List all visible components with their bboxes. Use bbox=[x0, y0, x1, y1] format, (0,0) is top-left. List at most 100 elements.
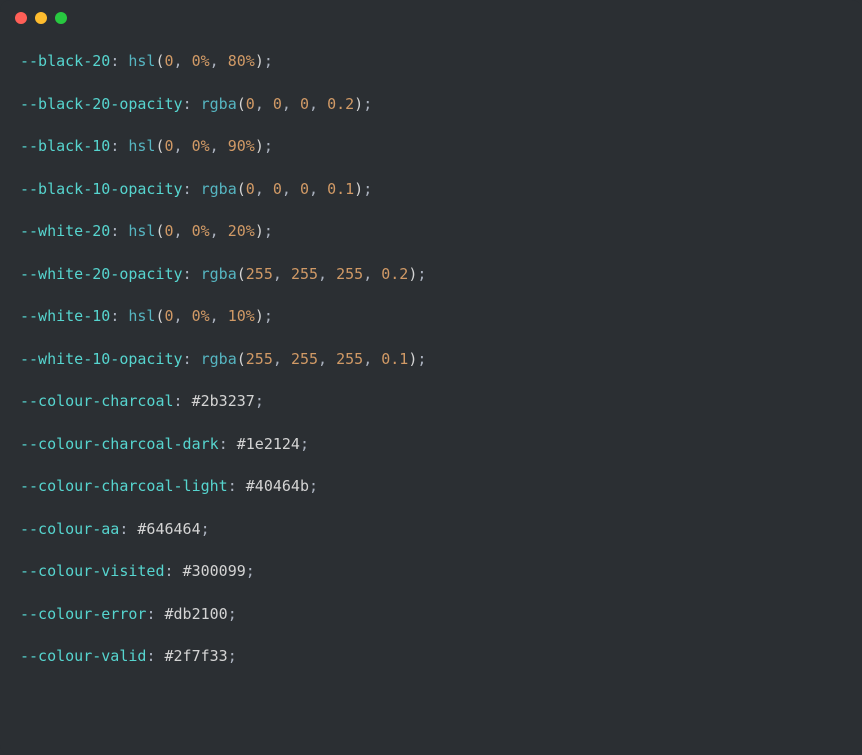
css-property: --colour-charcoal-dark bbox=[20, 435, 219, 453]
colon: : bbox=[146, 605, 164, 623]
colon: : bbox=[219, 435, 237, 453]
css-hex-value: #2f7f33 bbox=[165, 647, 228, 665]
paren-close: ) bbox=[255, 137, 264, 155]
code-line: --colour-charcoal: #2b3237; bbox=[20, 390, 842, 413]
css-hex-value: #300099 bbox=[183, 562, 246, 580]
css-args: 0, 0, 0, 0.1 bbox=[246, 180, 354, 198]
semicolon: ; bbox=[264, 52, 273, 70]
css-property: --colour-error bbox=[20, 605, 146, 623]
close-icon[interactable] bbox=[15, 12, 27, 24]
code-editor[interactable]: --black-20: hsl(0, 0%, 80%);--black-20-o… bbox=[0, 36, 862, 708]
css-function: rgba bbox=[201, 350, 237, 368]
code-line: --colour-error: #db2100; bbox=[20, 603, 842, 626]
css-args: 0, 0%, 90% bbox=[165, 137, 255, 155]
colon: : bbox=[183, 95, 201, 113]
css-property: --white-10 bbox=[20, 307, 110, 325]
code-line: --white-10: hsl(0, 0%, 10%); bbox=[20, 305, 842, 328]
css-args: 0, 0%, 10% bbox=[165, 307, 255, 325]
titlebar bbox=[0, 0, 862, 36]
css-property: --colour-charcoal-light bbox=[20, 477, 228, 495]
css-property: --colour-valid bbox=[20, 647, 146, 665]
css-args: 0, 0%, 20% bbox=[165, 222, 255, 240]
css-function: hsl bbox=[128, 52, 155, 70]
paren-open: ( bbox=[237, 95, 246, 113]
semicolon: ; bbox=[246, 562, 255, 580]
paren-open: ( bbox=[237, 180, 246, 198]
minimize-icon[interactable] bbox=[35, 12, 47, 24]
colon: : bbox=[119, 520, 137, 538]
code-line: --colour-visited: #300099; bbox=[20, 560, 842, 583]
paren-close: ) bbox=[354, 180, 363, 198]
css-args: 255, 255, 255, 0.2 bbox=[246, 265, 409, 283]
colon: : bbox=[110, 307, 128, 325]
paren-open: ( bbox=[155, 137, 164, 155]
code-line: --colour-charcoal-dark: #1e2124; bbox=[20, 433, 842, 456]
colon: : bbox=[183, 350, 201, 368]
css-function: rgba bbox=[201, 180, 237, 198]
paren-open: ( bbox=[155, 52, 164, 70]
code-line: --white-20-opacity: rgba(255, 255, 255, … bbox=[20, 263, 842, 286]
css-property: --white-20-opacity bbox=[20, 265, 183, 283]
css-function: hsl bbox=[128, 307, 155, 325]
paren-open: ( bbox=[237, 350, 246, 368]
paren-open: ( bbox=[155, 307, 164, 325]
semicolon: ; bbox=[300, 435, 309, 453]
code-line: --black-20: hsl(0, 0%, 80%); bbox=[20, 50, 842, 73]
css-hex-value: #646464 bbox=[137, 520, 200, 538]
paren-close: ) bbox=[354, 95, 363, 113]
css-hex-value: #1e2124 bbox=[237, 435, 300, 453]
semicolon: ; bbox=[255, 392, 264, 410]
css-property: --colour-aa bbox=[20, 520, 119, 538]
colon: : bbox=[183, 180, 201, 198]
css-function: hsl bbox=[128, 137, 155, 155]
code-line: --white-10-opacity: rgba(255, 255, 255, … bbox=[20, 348, 842, 371]
colon: : bbox=[174, 392, 192, 410]
code-line: --colour-valid: #2f7f33; bbox=[20, 645, 842, 668]
code-line: --black-10-opacity: rgba(0, 0, 0, 0.1); bbox=[20, 178, 842, 201]
css-args: 0, 0, 0, 0.2 bbox=[246, 95, 354, 113]
css-property: --black-10-opacity bbox=[20, 180, 183, 198]
css-function: rgba bbox=[201, 95, 237, 113]
semicolon: ; bbox=[363, 95, 372, 113]
code-line: --black-10: hsl(0, 0%, 90%); bbox=[20, 135, 842, 158]
colon: : bbox=[110, 52, 128, 70]
css-property: --black-20-opacity bbox=[20, 95, 183, 113]
code-line: --black-20-opacity: rgba(0, 0, 0, 0.2); bbox=[20, 93, 842, 116]
css-property: --black-20 bbox=[20, 52, 110, 70]
paren-open: ( bbox=[155, 222, 164, 240]
code-line: --colour-charcoal-light: #40464b; bbox=[20, 475, 842, 498]
css-function: hsl bbox=[128, 222, 155, 240]
css-function: rgba bbox=[201, 265, 237, 283]
colon: : bbox=[110, 137, 128, 155]
colon: : bbox=[110, 222, 128, 240]
code-line: --white-20: hsl(0, 0%, 20%); bbox=[20, 220, 842, 243]
paren-open: ( bbox=[237, 265, 246, 283]
code-line: --colour-aa: #646464; bbox=[20, 518, 842, 541]
colon: : bbox=[183, 265, 201, 283]
code-window: --black-20: hsl(0, 0%, 80%);--black-20-o… bbox=[0, 0, 862, 755]
css-property: --colour-visited bbox=[20, 562, 165, 580]
colon: : bbox=[165, 562, 183, 580]
css-args: 255, 255, 255, 0.1 bbox=[246, 350, 409, 368]
colon: : bbox=[146, 647, 164, 665]
semicolon: ; bbox=[309, 477, 318, 495]
css-property: --colour-charcoal bbox=[20, 392, 174, 410]
css-hex-value: #db2100 bbox=[165, 605, 228, 623]
semicolon: ; bbox=[228, 605, 237, 623]
semicolon: ; bbox=[363, 180, 372, 198]
css-property: --black-10 bbox=[20, 137, 110, 155]
paren-close: ) bbox=[255, 307, 264, 325]
css-property: --white-20 bbox=[20, 222, 110, 240]
colon: : bbox=[228, 477, 246, 495]
css-hex-value: #2b3237 bbox=[192, 392, 255, 410]
zoom-icon[interactable] bbox=[55, 12, 67, 24]
semicolon: ; bbox=[417, 265, 426, 283]
semicolon: ; bbox=[201, 520, 210, 538]
paren-close: ) bbox=[255, 52, 264, 70]
semicolon: ; bbox=[264, 307, 273, 325]
paren-close: ) bbox=[255, 222, 264, 240]
css-property: --white-10-opacity bbox=[20, 350, 183, 368]
semicolon: ; bbox=[264, 222, 273, 240]
semicolon: ; bbox=[417, 350, 426, 368]
css-args: 0, 0%, 80% bbox=[165, 52, 255, 70]
